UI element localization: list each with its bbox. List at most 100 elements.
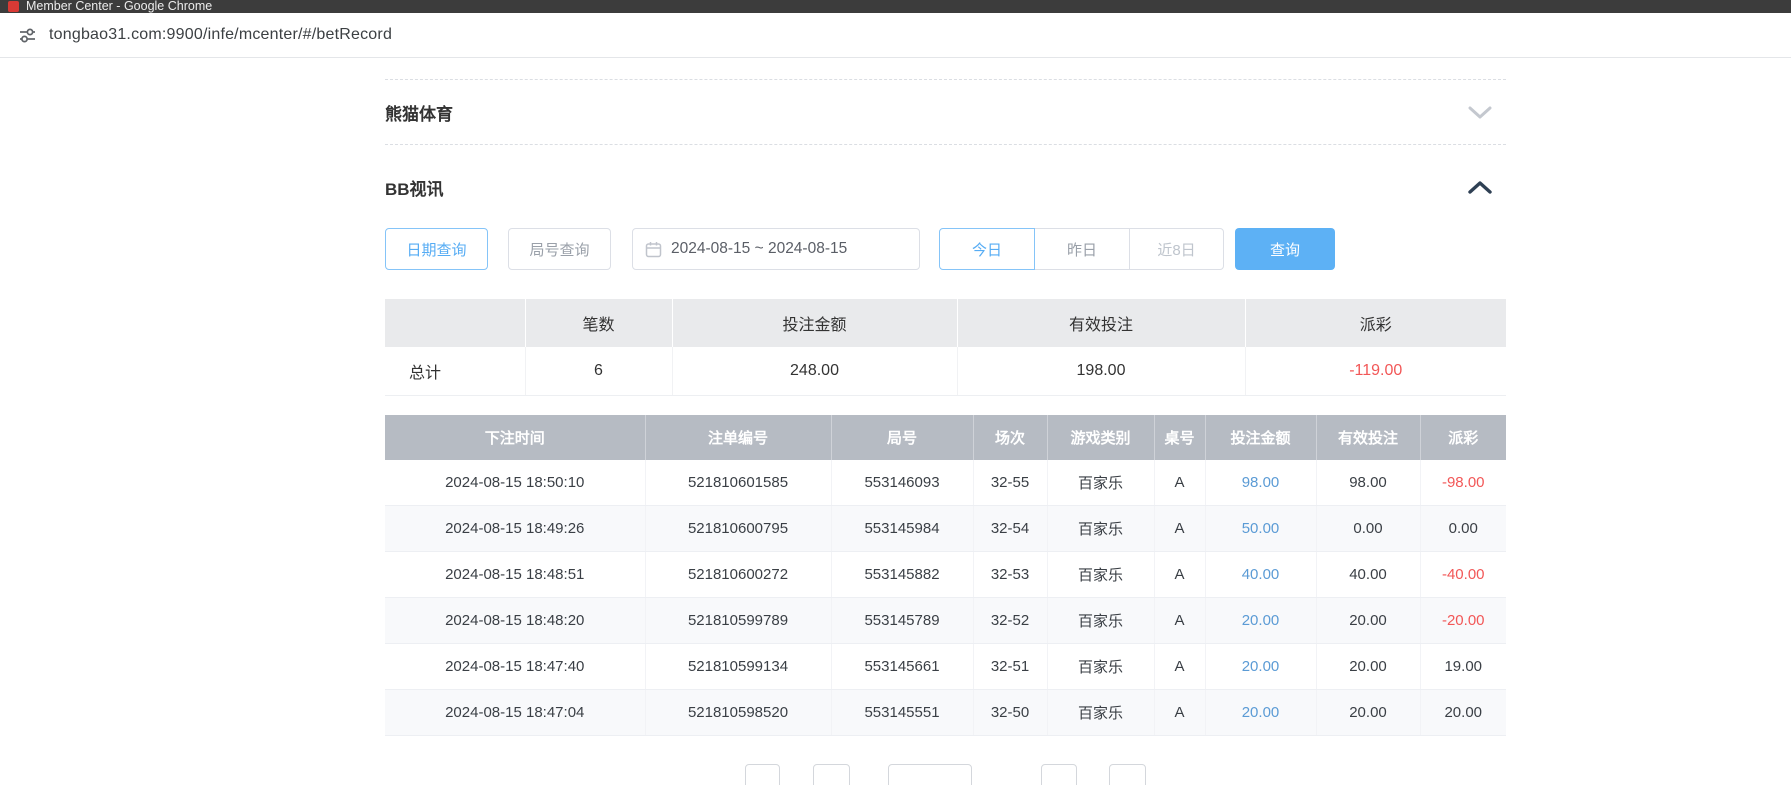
yesterday-button[interactable]: 昨日 xyxy=(1034,228,1130,270)
total-valid-bet: 198.00 xyxy=(957,347,1245,395)
cell-table-id: A xyxy=(1154,690,1205,736)
pagination-button[interactable] xyxy=(745,764,780,785)
cell-bet-amount-link[interactable]: 20.00 xyxy=(1205,690,1316,736)
bet-table: 下注时间注单编号局号场次游戏类别桌号投注金额有效投注派彩 2024-08-15 … xyxy=(385,415,1506,737)
cell-session: 32-50 xyxy=(973,690,1047,736)
cell-bet-amount-link[interactable]: 98.00 xyxy=(1205,460,1316,506)
cell-table-id: A xyxy=(1154,460,1205,506)
column-header: 场次 xyxy=(973,415,1047,460)
column-header: 有效投注 xyxy=(1316,415,1420,460)
quick-date-button-group: 今日 昨日 近8日 xyxy=(939,228,1224,270)
table-row: 2024-08-15 18:47:04 521810598520 5531455… xyxy=(385,690,1506,736)
cell-valid-bet: 40.00 xyxy=(1316,552,1420,598)
cell-game-type: 百家乐 xyxy=(1047,690,1154,736)
cell-bet-time: 2024-08-15 18:48:51 xyxy=(385,552,645,598)
pagination-button[interactable] xyxy=(1041,764,1077,785)
column-header: 局号 xyxy=(831,415,973,460)
pagination-button[interactable] xyxy=(813,764,850,785)
cell-order-id: 521810601585 xyxy=(645,460,831,506)
bet-table-body: 2024-08-15 18:50:10 521810601585 5531460… xyxy=(385,460,1506,736)
cell-game-type: 百家乐 xyxy=(1047,506,1154,552)
column-header-count: 笔数 xyxy=(525,299,672,347)
cell-bet-time: 2024-08-15 18:48:20 xyxy=(385,598,645,644)
cell-bet-amount-link[interactable]: 20.00 xyxy=(1205,644,1316,690)
window-titlebar: Member Center - Google Chrome xyxy=(0,0,1791,13)
column-header: 投注金额 xyxy=(1205,415,1316,460)
cell-game-type: 百家乐 xyxy=(1047,598,1154,644)
total-payout: -119.00 xyxy=(1245,347,1506,395)
column-header-valid-bet: 有效投注 xyxy=(957,299,1245,347)
cell-session: 32-52 xyxy=(973,598,1047,644)
cell-round-id: 553145551 xyxy=(831,690,973,736)
section-panda-sports[interactable]: 熊猫体育 xyxy=(385,79,1506,145)
date-range-input[interactable]: 2024-08-15 ~ 2024-08-15 xyxy=(632,228,920,270)
total-label: 总计 xyxy=(385,347,525,395)
cell-game-type: 百家乐 xyxy=(1047,552,1154,598)
cell-payout: -98.00 xyxy=(1420,460,1506,506)
calendar-icon xyxy=(645,241,662,258)
url-bar[interactable]: tongbao31.com:9900/infe/mcenter/#/betRec… xyxy=(0,13,1791,58)
pagination-button[interactable] xyxy=(1109,764,1146,785)
filter-toolbar: 日期查询 局号查询 2024-08-15 ~ 2024-08-15 今日 昨日 … xyxy=(385,227,1506,271)
table-row: 2024-08-15 18:48:51 521810600272 5531458… xyxy=(385,552,1506,598)
today-button[interactable]: 今日 xyxy=(939,228,1035,270)
cell-valid-bet: 20.00 xyxy=(1316,598,1420,644)
cell-payout: 20.00 xyxy=(1420,690,1506,736)
cell-bet-time: 2024-08-15 18:50:10 xyxy=(385,460,645,506)
bet-table-header-row: 下注时间注单编号局号场次游戏类别桌号投注金额有效投注派彩 xyxy=(385,415,1506,460)
cell-session: 32-53 xyxy=(973,552,1047,598)
window-favicon-icon xyxy=(8,1,19,12)
table-row: 2024-08-15 18:48:20 521810599789 5531457… xyxy=(385,598,1506,644)
cell-payout: 0.00 xyxy=(1420,506,1506,552)
cell-order-id: 521810599134 xyxy=(645,644,831,690)
cell-bet-time: 2024-08-15 18:47:04 xyxy=(385,690,645,736)
cell-round-id: 553145984 xyxy=(831,506,973,552)
cell-bet-amount-link[interactable]: 40.00 xyxy=(1205,552,1316,598)
total-bet-amount: 248.00 xyxy=(672,347,957,395)
cell-bet-time: 2024-08-15 18:49:26 xyxy=(385,506,645,552)
cell-order-id: 521810599789 xyxy=(645,598,831,644)
date-query-button[interactable]: 日期查询 xyxy=(385,228,488,270)
cell-valid-bet: 0.00 xyxy=(1316,506,1420,552)
summary-header-row: 笔数 投注金额 有效投注 派彩 xyxy=(385,299,1506,347)
search-button[interactable]: 查询 xyxy=(1235,228,1335,270)
column-header: 桌号 xyxy=(1154,415,1205,460)
cell-session: 32-54 xyxy=(973,506,1047,552)
cell-session: 32-55 xyxy=(973,460,1047,506)
url-text[interactable]: tongbao31.com:9900/infe/mcenter/#/betRec… xyxy=(49,26,392,44)
cell-table-id: A xyxy=(1154,644,1205,690)
cell-table-id: A xyxy=(1154,598,1205,644)
chevron-down-icon[interactable] xyxy=(1468,106,1492,119)
cell-table-id: A xyxy=(1154,552,1205,598)
cell-bet-amount-link[interactable]: 20.00 xyxy=(1205,598,1316,644)
cell-valid-bet: 20.00 xyxy=(1316,644,1420,690)
round-query-button[interactable]: 局号查询 xyxy=(508,228,611,270)
cell-order-id: 521810600795 xyxy=(645,506,831,552)
chevron-up-icon[interactable] xyxy=(1468,181,1492,194)
cell-valid-bet: 20.00 xyxy=(1316,690,1420,736)
cell-order-id: 521810600272 xyxy=(645,552,831,598)
cell-game-type: 百家乐 xyxy=(1047,644,1154,690)
summary-table: 笔数 投注金额 有效投注 派彩 总计 6 248.00 198.00 -119.… xyxy=(385,299,1506,396)
cell-bet-amount-link[interactable]: 50.00 xyxy=(1205,506,1316,552)
site-settings-icon[interactable] xyxy=(18,26,37,45)
cell-game-type: 百家乐 xyxy=(1047,460,1154,506)
last-8-days-button[interactable]: 近8日 xyxy=(1129,228,1224,270)
table-row: 2024-08-15 18:49:26 521810600795 5531459… xyxy=(385,506,1506,552)
table-row: 2024-08-15 18:50:10 521810601585 5531460… xyxy=(385,460,1506,506)
section-bb-video[interactable]: BB视讯 xyxy=(385,164,1506,211)
section-title: BB视讯 xyxy=(385,175,444,200)
date-range-value: 2024-08-15 ~ 2024-08-15 xyxy=(671,240,847,258)
pagination-button[interactable] xyxy=(888,764,972,785)
column-header-bet-amount: 投注金额 xyxy=(672,299,957,347)
column-header: 注单编号 xyxy=(645,415,831,460)
cell-round-id: 553145882 xyxy=(831,552,973,598)
cell-round-id: 553145789 xyxy=(831,598,973,644)
bet-record-page: 熊猫体育 BB视讯 日期查询 局号查询 xyxy=(385,79,1506,785)
cell-payout: -20.00 xyxy=(1420,598,1506,644)
pagination xyxy=(385,764,1506,785)
cell-session: 32-51 xyxy=(973,644,1047,690)
column-header: 下注时间 xyxy=(385,415,645,460)
column-header: 游戏类别 xyxy=(1047,415,1154,460)
cell-round-id: 553145661 xyxy=(831,644,973,690)
